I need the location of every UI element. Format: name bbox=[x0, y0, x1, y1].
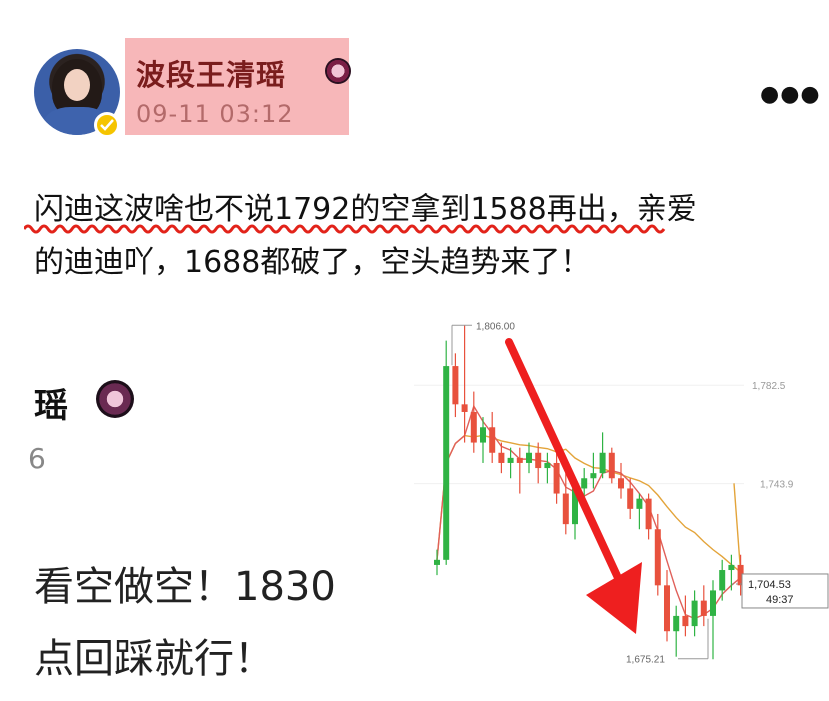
candle-body bbox=[654, 529, 661, 586]
candle-body bbox=[526, 452, 532, 463]
axis-label-top: 1,782.5 bbox=[752, 381, 786, 392]
candle-body bbox=[562, 493, 569, 525]
candle-body bbox=[434, 559, 440, 565]
candle-body bbox=[682, 615, 689, 627]
candle-body bbox=[581, 478, 588, 489]
post-text-line-2: 的迪迪吖，1688都破了，空头趋势来了！ bbox=[34, 245, 591, 280]
candle-body bbox=[645, 498, 652, 530]
embedded-timestamp-fragment: 6 bbox=[28, 442, 46, 475]
embedded-text-line-2: 点回踩就行！ bbox=[34, 636, 274, 682]
embedded-author-fragment: 瑶 bbox=[34, 386, 68, 426]
candle-body bbox=[480, 427, 486, 443]
high-price-label: 1,806.00 bbox=[476, 321, 515, 332]
candle-body bbox=[489, 427, 496, 453]
embedded-text-line-1: 看空做空！1830 bbox=[34, 564, 336, 610]
candle-body bbox=[664, 585, 670, 632]
author-name[interactable]: 波段王清瑶 bbox=[136, 52, 286, 94]
post-timestamp: 09-11 03:12 bbox=[136, 100, 294, 128]
candle-body bbox=[535, 452, 542, 469]
current-price-label: 1,704.53 bbox=[748, 579, 791, 591]
candle-body bbox=[498, 452, 505, 463]
candle-body bbox=[452, 366, 459, 405]
more-dots-icon[interactable]: ●●● bbox=[760, 82, 821, 107]
embedded-screenshot bbox=[24, 350, 414, 670]
embedded-badge-icon bbox=[96, 380, 134, 418]
candle-body bbox=[636, 498, 643, 509]
candle-body bbox=[470, 411, 477, 443]
verified-check-icon bbox=[94, 112, 120, 138]
candle-body bbox=[507, 457, 514, 463]
candle-body bbox=[553, 462, 560, 494]
flower-badge-icon bbox=[325, 58, 351, 84]
candle-body bbox=[599, 452, 606, 474]
wavy-underline bbox=[24, 224, 666, 234]
candle-body bbox=[443, 366, 450, 560]
candle-body bbox=[673, 615, 680, 632]
candle-body bbox=[728, 564, 735, 571]
countdown-label: 49:37 bbox=[766, 594, 794, 606]
candle-body bbox=[691, 600, 698, 627]
axis-label-mid: 1,743.9 bbox=[760, 480, 794, 491]
candle-body bbox=[719, 570, 726, 591]
candle-body bbox=[461, 404, 468, 412]
candle-body bbox=[544, 462, 551, 469]
candle-body bbox=[627, 488, 634, 509]
candle-body bbox=[608, 452, 615, 479]
candlestick-chart: 1,806.00 1,675.21 1,782.5 1,743.9 1,704.53 49… bbox=[414, 321, 829, 666]
candle-body bbox=[516, 457, 523, 463]
candle-body bbox=[618, 478, 624, 489]
candle-body bbox=[590, 473, 597, 479]
candle-body bbox=[710, 590, 716, 616]
candle-body bbox=[700, 600, 707, 616]
low-price-label: 1,675.21 bbox=[626, 655, 665, 666]
